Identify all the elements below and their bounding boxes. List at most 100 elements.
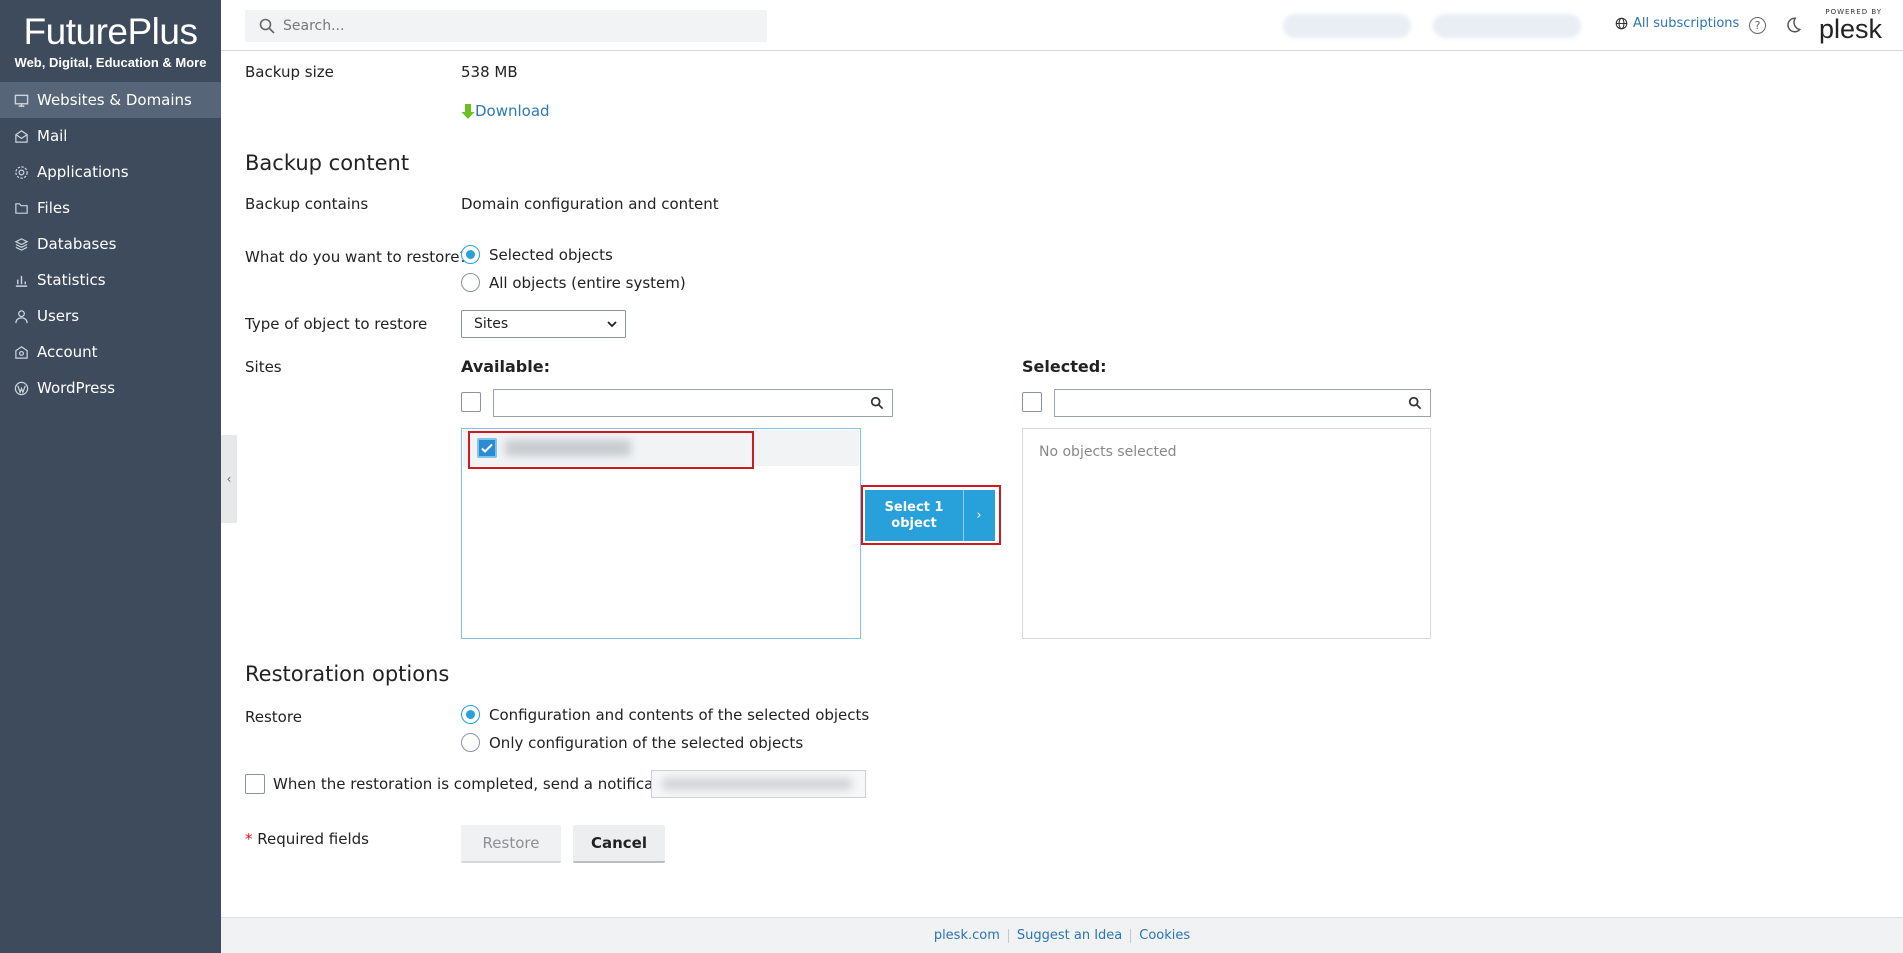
mail-icon: [14, 129, 29, 144]
plesk-wordmark: plesk: [1819, 14, 1883, 44]
radio-config-only[interactable]: Only configuration of the selected objec…: [461, 733, 803, 752]
footer-link-cookies[interactable]: Cookies: [1131, 928, 1198, 943]
brand-name: FuturePlus: [23, 11, 198, 52]
sidebar-item-label: Account: [37, 343, 98, 361]
object-type-value: Sites: [474, 316, 509, 332]
notification-checkbox[interactable]: [245, 774, 265, 794]
sidebar-item-label: Databases: [37, 235, 117, 253]
brand-tagline: Web, Digital, Education & More: [14, 55, 207, 70]
chevron-left-icon: ‹: [226, 472, 232, 486]
folder-icon: [14, 201, 29, 216]
search-placeholder: Search...: [283, 18, 345, 34]
backup-size-label: Backup size: [245, 63, 334, 81]
radio-circle-checked[interactable]: [461, 245, 480, 264]
required-star: *: [245, 830, 253, 848]
cancel-button[interactable]: Cancel: [573, 825, 665, 863]
sidebar-item-files[interactable]: Files: [0, 190, 221, 226]
highlight-annotation: [468, 431, 754, 469]
footer-link-suggest-idea[interactable]: Suggest an Idea: [1009, 928, 1130, 943]
object-type-select[interactable]: Sites: [461, 310, 626, 338]
required-text: Required fields: [257, 830, 369, 848]
help-icon[interactable]: ?: [1749, 17, 1766, 34]
blurred-email: [662, 778, 852, 790]
blurred-header-button[interactable]: [1433, 14, 1581, 38]
globe-icon: [1615, 17, 1628, 30]
restore-label: Restore: [245, 708, 302, 726]
monitor-icon: [14, 93, 29, 108]
available-heading: Available:: [461, 357, 550, 376]
sidebar-item-label: Users: [37, 307, 80, 325]
sidebar-item-users[interactable]: Users: [0, 298, 221, 334]
notification-email-input[interactable]: [651, 770, 866, 798]
selected-filter-input[interactable]: [1054, 389, 1431, 417]
sidebar-item-account[interactable]: Account: [0, 334, 221, 370]
backup-contains-label: Backup contains: [245, 195, 369, 213]
object-type-label: Type of object to restore: [245, 315, 428, 333]
radio-circle-checked[interactable]: [461, 705, 480, 724]
search-icon: [870, 396, 884, 410]
radio-config-and-contents[interactable]: Configuration and contents of the select…: [461, 705, 869, 724]
search-input[interactable]: Search...: [245, 10, 767, 42]
radio-circle[interactable]: [461, 273, 480, 292]
chevron-down-icon: [607, 321, 617, 328]
bar-chart-icon: [14, 273, 29, 288]
radio-label: Only configuration of the selected objec…: [489, 733, 804, 752]
radio-label: Selected objects: [489, 245, 613, 264]
sidebar-item-statistics[interactable]: Statistics: [0, 262, 221, 298]
sites-label: Sites: [245, 358, 282, 376]
sidebar-item-label: Files: [37, 199, 70, 217]
notification-label: When the restoration is completed, send …: [273, 775, 702, 793]
selected-select-all-checkbox[interactable]: [1022, 392, 1042, 412]
sidebar-item-databases[interactable]: Databases: [0, 226, 221, 262]
all-subscriptions-link[interactable]: All subscriptions: [1615, 16, 1739, 31]
restoration-options-heading: Restoration options: [245, 662, 450, 686]
sidebar-item-label: WordPress: [37, 379, 116, 397]
user-icon: [14, 309, 29, 324]
database-icon: [14, 237, 29, 252]
download-arrow-icon: [461, 103, 475, 119]
restore-button[interactable]: Restore: [461, 825, 561, 863]
footer-link-plesk[interactable]: plesk.com: [926, 928, 1008, 943]
gear-icon: [14, 165, 29, 180]
top-header: Search... All subscriptions ? POWERED BY…: [221, 0, 1903, 51]
search-icon: [1408, 396, 1422, 410]
blurred-header-button[interactable]: [1283, 14, 1411, 38]
search-icon: [259, 18, 275, 34]
sidebar-item-applications[interactable]: Applications: [0, 154, 221, 190]
required-fields-note: * Required fields: [245, 830, 369, 848]
selected-objects-list[interactable]: No objects selected: [1022, 428, 1431, 639]
plesk-logo: POWERED BY plesk: [1819, 8, 1883, 44]
backup-content-heading: Backup content: [245, 151, 410, 175]
available-filter-input[interactable]: [493, 389, 893, 417]
sidebar-nav: Websites & Domains Mail Applications Fil…: [0, 82, 221, 406]
sidebar-item-mail[interactable]: Mail: [0, 118, 221, 154]
account-icon: [14, 345, 29, 360]
sidebar-item-label: Statistics: [37, 271, 106, 289]
selected-heading: Selected:: [1022, 357, 1107, 376]
subscriptions-label: All subscriptions: [1633, 16, 1740, 31]
backup-contains-value: Domain configuration and content: [461, 195, 719, 213]
radio-circle[interactable]: [461, 733, 480, 752]
moon-icon[interactable]: [1784, 16, 1802, 34]
download-link[interactable]: Download: [461, 102, 550, 120]
sidebar-collapse-toggle[interactable]: ‹: [221, 435, 237, 523]
brand-logo[interactable]: FuturePlus Web, Digital, Education & Mor…: [0, 0, 221, 80]
sidebar-item-label: Websites & Domains: [37, 91, 192, 109]
restore-question-label: What do you want to restore?: [245, 248, 468, 266]
highlight-annotation: [861, 485, 1001, 545]
page-footer: plesk.com Suggest an Idea Cookies: [221, 917, 1903, 953]
sidebar-item-wordpress[interactable]: WordPress: [0, 370, 221, 406]
backup-size-value: 538 MB: [461, 63, 518, 81]
no-objects-message: No objects selected: [1039, 444, 1177, 460]
radio-label: Configuration and contents of the select…: [489, 705, 870, 724]
radio-all-objects[interactable]: All objects (entire system): [461, 273, 686, 292]
sidebar-item-label: Applications: [37, 163, 129, 181]
radio-label: All objects (entire system): [489, 273, 686, 292]
wordpress-icon: [14, 381, 29, 396]
download-label: Download: [475, 102, 550, 120]
sidebar-item-label: Mail: [37, 127, 68, 145]
sidebar: FuturePlus Web, Digital, Education & Mor…: [0, 0, 221, 953]
available-select-all-checkbox[interactable]: [461, 392, 481, 412]
radio-selected-objects[interactable]: Selected objects: [461, 245, 613, 264]
sidebar-item-websites-domains[interactable]: Websites & Domains: [0, 82, 221, 118]
